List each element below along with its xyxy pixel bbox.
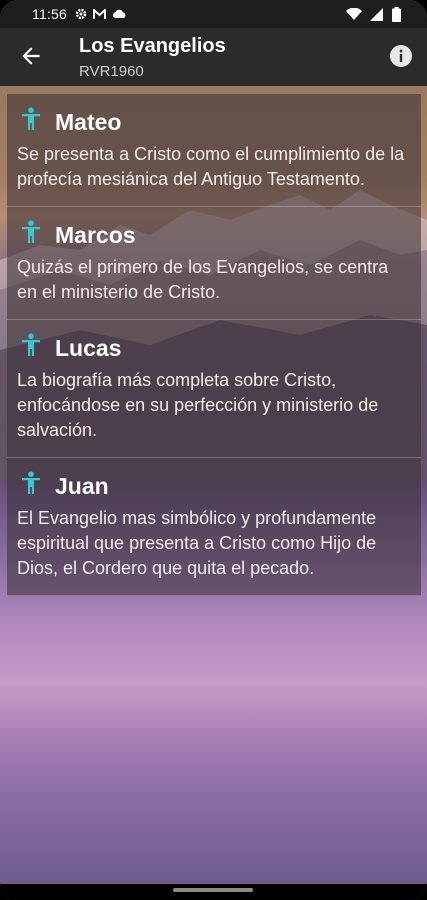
page-subtitle: RVR1960 [79, 63, 144, 80]
battery-icon [392, 6, 401, 22]
person-icon [22, 220, 40, 243]
status-bar: 11:56 [0, 0, 427, 28]
gospel-name: Lucas [55, 334, 122, 361]
gospel-item-mateo[interactable]: Mateo Se presenta a Cristo como el cumpl… [7, 94, 421, 207]
gmail-icon [93, 8, 106, 19]
person-icon [22, 107, 40, 130]
signal-icon [370, 7, 383, 21]
gesture-navigation-bar [0, 884, 427, 900]
gospel-description: La biografía más completa sobre Cristo, … [17, 370, 379, 440]
home-gesture-handle[interactable] [173, 888, 253, 892]
gospel-list: Mateo Se presenta a Cristo como el cumpl… [7, 94, 421, 596]
gospel-description: Se presenta a Cristo como el cumplimient… [17, 144, 405, 189]
app-bar: Los Evangelios RVR1960 [0, 28, 427, 86]
phone-screen: 11:56 Los Evangelios RVR1960 Mateo Se pr… [0, 0, 427, 900]
cloud-icon [112, 9, 126, 18]
gospel-name: Juan [55, 472, 109, 499]
person-icon [22, 333, 40, 356]
gospel-description: Quizás el primero de los Evangelios, se … [17, 257, 389, 302]
status-time: 11:56 [32, 6, 67, 22]
gospel-name: Marcos [55, 221, 136, 248]
back-arrow-icon[interactable] [18, 43, 44, 69]
gospel-item-lucas[interactable]: Lucas La biografía más completa sobre Cr… [7, 320, 421, 458]
gospel-item-juan[interactable]: Juan El Evangelio mas simbólico y profun… [7, 458, 421, 596]
gospel-name: Mateo [55, 108, 122, 135]
person-icon [22, 471, 40, 494]
gear-icon [75, 8, 87, 20]
info-icon[interactable] [390, 45, 412, 67]
gospel-item-marcos[interactable]: Marcos Quizás el primero de los Evangeli… [7, 207, 421, 320]
page-title: Los Evangelios [79, 35, 226, 57]
gospel-description: El Evangelio mas simbólico y profundamen… [17, 508, 377, 578]
wifi-icon [346, 7, 362, 20]
